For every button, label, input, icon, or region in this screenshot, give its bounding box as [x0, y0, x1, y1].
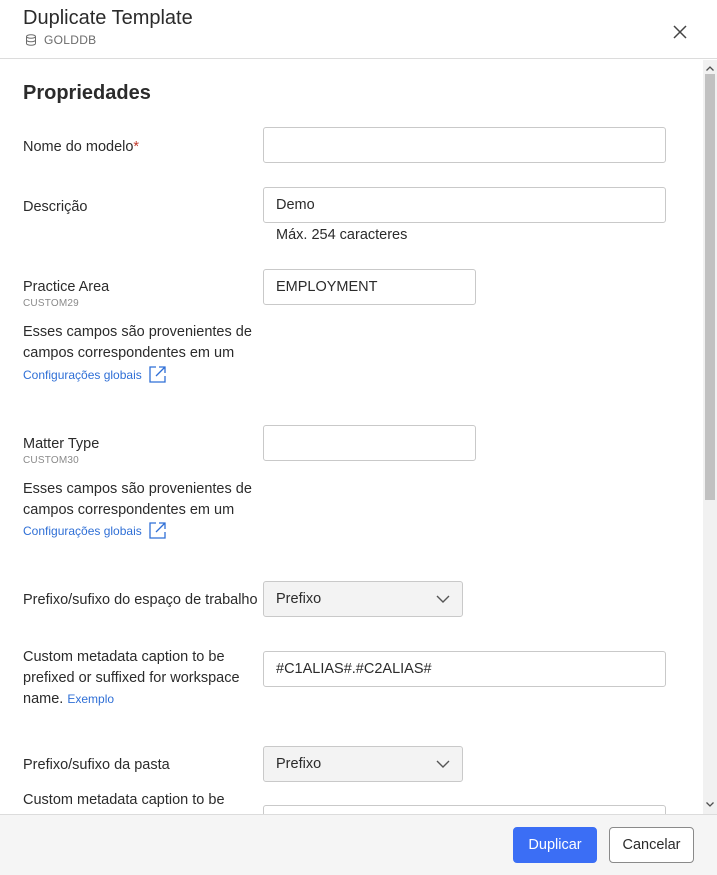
folder-prefix-selected: Prefixo: [276, 756, 322, 772]
template-name-label: Nome do modelo*: [23, 139, 140, 155]
chevron-down-icon: [436, 760, 450, 768]
practice-area-note: Esses campos são provenientes de campos …: [23, 324, 252, 361]
description-label: Descrição: [23, 199, 88, 215]
folder-caption-label: Custom metadata caption to be: [23, 792, 225, 808]
folder-caption-input[interactable]: [263, 805, 666, 814]
folder-prefix-select[interactable]: Prefixo: [263, 746, 463, 782]
practice-area-input[interactable]: EMPLOYMENT: [263, 269, 476, 305]
form-content: Propriedades Nome do modelo* Descrição D…: [0, 60, 703, 814]
chevron-down-icon: [436, 595, 450, 603]
external-link-icon: [149, 522, 166, 539]
matter-type-global-settings-link[interactable]: Configurações globais: [23, 521, 167, 540]
dialog-title: Duplicate Template: [23, 7, 193, 29]
workspace-caption-text: Custom metadata caption to be prefixed o…: [23, 649, 240, 707]
database-indicator: GOLDDB: [25, 33, 96, 47]
description-helper: Máx. 254 caracteres: [276, 227, 408, 243]
workspace-caption-label: Custom metadata caption to be prefixed o…: [23, 647, 258, 710]
database-name: GOLDDB: [44, 33, 97, 47]
example-link[interactable]: Exemplo: [67, 692, 114, 706]
matter-type-code: CUSTOM30: [23, 455, 79, 466]
practice-area-global-settings-link[interactable]: Configurações globais: [23, 365, 167, 384]
template-name-input[interactable]: [263, 127, 666, 163]
dialog-header: Duplicate Template GOLDDB: [0, 0, 717, 59]
workspace-caption-input[interactable]: #C1ALIAS#.#C2ALIAS#: [263, 651, 666, 687]
database-icon: [26, 34, 36, 46]
matter-type-note: Esses campos são provenientes de campos …: [23, 481, 252, 518]
required-indicator: *: [133, 139, 140, 155]
practice-area-label: Practice Area: [23, 279, 110, 295]
external-link-icon: [149, 366, 166, 383]
dialog-footer: Duplicar Cancelar: [0, 814, 717, 875]
section-title: Propriedades: [23, 82, 151, 104]
close-button[interactable]: [668, 20, 692, 44]
matter-type-input[interactable]: [263, 425, 476, 461]
duplicate-template-dialog: Duplicate Template GOLDDB Propriedades N…: [0, 0, 717, 875]
scrollbar[interactable]: [703, 60, 717, 814]
workspace-prefix-label: Prefixo/sufixo do espaço de trabalho: [23, 592, 258, 608]
scroll-up-icon: [706, 65, 714, 71]
folder-prefix-label: Prefixo/sufixo da pasta: [23, 757, 170, 773]
description-input[interactable]: Demo: [263, 187, 666, 223]
close-icon: [673, 25, 687, 39]
practice-area-code: CUSTOM29: [23, 298, 79, 309]
workspace-prefix-select[interactable]: Prefixo: [263, 581, 463, 617]
scroll-up-button[interactable]: [703, 62, 717, 74]
matter-type-label: Matter Type: [23, 436, 100, 452]
cancel-button[interactable]: Cancelar: [609, 827, 694, 863]
workspace-prefix-selected: Prefixo: [276, 591, 322, 607]
global-settings-link-text: Configurações globais: [23, 367, 142, 382]
scroll-down-icon: [706, 801, 714, 807]
duplicate-button[interactable]: Duplicar: [513, 827, 597, 863]
global-settings-link-text: Configurações globais: [23, 523, 142, 538]
scrollbar-thumb[interactable]: [705, 74, 715, 500]
scroll-down-button[interactable]: [703, 798, 717, 810]
